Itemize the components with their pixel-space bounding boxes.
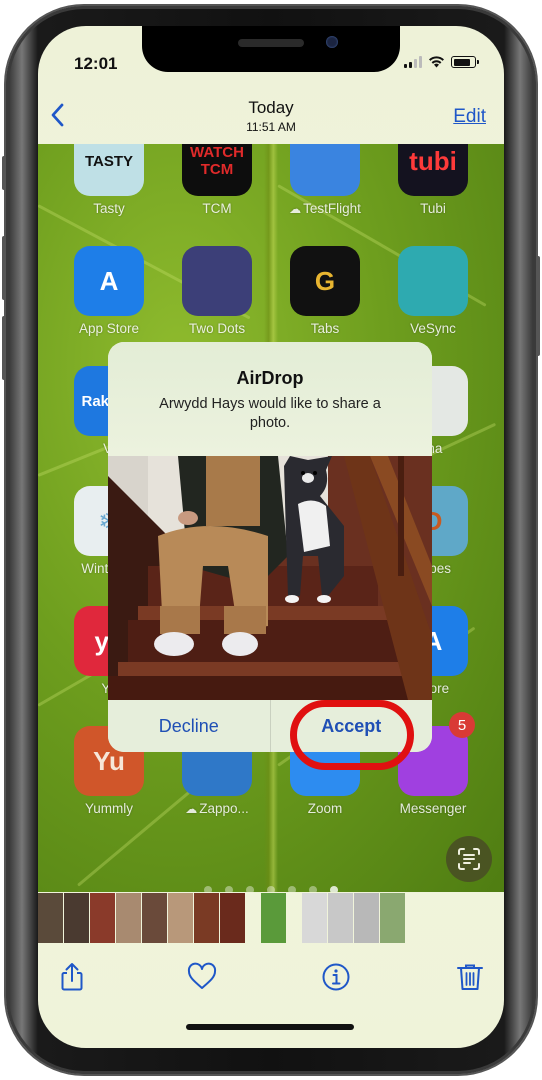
app-vesync: VeSync <box>397 246 469 336</box>
front-camera <box>326 36 338 48</box>
dialog-header: AirDrop Arwydd Hays would like to share … <box>108 342 432 456</box>
app-label: Zoom <box>307 801 343 816</box>
app-label: ☁ Zappo... <box>185 801 249 816</box>
share-icon[interactable] <box>56 961 88 993</box>
nav-bar: Today 11:51 AM Edit <box>38 92 504 144</box>
dialog-message: Arwydd Hays would like to share a photo. <box>159 396 381 431</box>
status-time: 12:01 <box>74 54 118 73</box>
decline-button[interactable]: Decline <box>108 700 270 752</box>
filmstrip-thumbnail[interactable] <box>116 893 141 943</box>
dialog-actions: Decline Accept <box>108 700 432 752</box>
app-icon <box>398 246 468 316</box>
battery-fill <box>453 58 470 66</box>
thumbnail-filmstrip[interactable] <box>38 892 504 944</box>
nav-title: Today <box>248 98 294 117</box>
app-tabs: G Tabs <box>289 246 361 336</box>
filmstrip-thumbnail[interactable] <box>90 893 115 943</box>
app-icon: A <box>74 246 144 316</box>
app-tubi: tubi Tubi <box>397 144 469 216</box>
filmstrip-thumbnail[interactable] <box>38 893 63 943</box>
filmstrip-gap <box>246 893 260 943</box>
app-label: Yummly <box>84 801 133 816</box>
heart-icon[interactable] <box>186 961 218 993</box>
cellular-signal-icon <box>404 56 422 68</box>
app-label: Messenger <box>399 801 467 816</box>
live-text-button[interactable] <box>446 836 492 882</box>
info-icon[interactable] <box>320 961 352 993</box>
status-icons <box>404 56 479 68</box>
dialog-title: AirDrop <box>236 368 304 388</box>
filmstrip-thumbnail[interactable] <box>168 893 193 943</box>
edit-button[interactable]: Edit <box>453 106 486 128</box>
nav-subtitle: 11:51 AM <box>246 120 296 134</box>
app-icon <box>182 246 252 316</box>
live-text-icon <box>458 848 480 870</box>
filmstrip-thumbnail[interactable] <box>302 893 327 943</box>
filmstrip-gap <box>287 893 301 943</box>
app-icon <box>290 144 360 196</box>
airdrop-photo-preview <box>108 456 432 700</box>
battery-icon <box>451 56 479 68</box>
icloud-download-icon: ☁ <box>289 202 302 216</box>
icloud-download-icon: ☁ <box>185 802 198 816</box>
filmstrip-thumbnail[interactable] <box>261 893 286 943</box>
filmstrip-thumbnail[interactable] <box>220 893 245 943</box>
app-label: Tubi <box>420 201 446 216</box>
accept-button[interactable]: Accept <box>269 700 433 752</box>
app-label: TCM <box>202 201 232 216</box>
volume-up-button <box>2 236 6 300</box>
screen: 12:01 Today 11:51 AM Edit TASTY Tasty WATC… <box>38 26 504 1048</box>
filmstrip-thumbnail[interactable] <box>328 893 353 943</box>
filmstrip-thumbnail[interactable] <box>142 893 167 943</box>
filmstrip-thumbnail[interactable] <box>354 893 379 943</box>
app-label: VeSync <box>410 321 456 336</box>
trash-icon[interactable] <box>454 961 486 993</box>
app-label: Tasty <box>93 201 125 216</box>
notch <box>142 26 400 72</box>
app-label: App Store <box>78 321 140 336</box>
app-label: Two Dots <box>188 321 246 336</box>
app-icon: tubi <box>398 144 468 196</box>
app-icon: WATCH TCM <box>182 144 252 196</box>
app-icon: TASTY <box>74 144 144 196</box>
filmstrip-thumbnail[interactable] <box>64 893 89 943</box>
app-label: Tabs <box>310 321 340 336</box>
home-indicator[interactable] <box>186 1024 354 1030</box>
speaker <box>238 39 304 47</box>
app-testflight: ☁ TestFlight <box>289 144 361 216</box>
app-label: ☁ TestFlight <box>289 201 361 216</box>
photo-preview-image <box>108 456 432 700</box>
airdrop-dialog: AirDrop Arwydd Hays would like to share … <box>108 342 432 752</box>
mute-switch <box>2 156 6 190</box>
wifi-icon <box>429 56 444 68</box>
bottom-toolbar <box>38 961 504 1005</box>
power-button <box>536 256 540 356</box>
filmstrip-thumbnail[interactable] <box>194 893 219 943</box>
app-app-store: A App Store <box>73 246 145 336</box>
volume-down-button <box>2 316 6 380</box>
app-tcm: WATCH TCM TCM <box>181 144 253 216</box>
app-two-dots: Two Dots <box>181 246 253 336</box>
filmstrip-thumbnail[interactable] <box>380 893 405 943</box>
app-tasty: TASTY Tasty <box>73 144 145 216</box>
notification-badge: 5 <box>449 712 475 738</box>
app-icon: G <box>290 246 360 316</box>
